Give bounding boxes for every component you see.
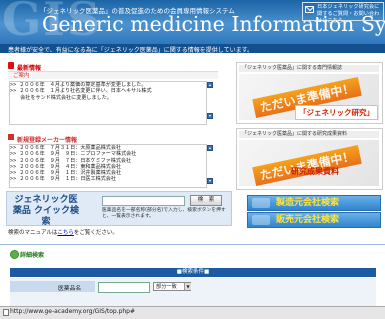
banner-image: ただいま準備中！ 研究成果資料 [239, 140, 379, 186]
list-item: >> ２００６年 ９月 １日：日医工株式会社 [10, 176, 116, 183]
banner-image: ただいま準備中！ 「ジェネリック研究」 [239, 74, 379, 120]
manual-line: 検索のマニュアルはこちらをご覧ください。 [8, 228, 118, 236]
quick-search-title: ジェネリック医薬品 クイック検索 [12, 195, 80, 227]
factory-icon [252, 198, 270, 208]
exclamation-icon [8, 62, 14, 69]
banner-subtitle: 「ジェネリック研究」 [295, 105, 378, 120]
banner-subtitle: 研究成果資料 [291, 167, 339, 176]
status-url: http://www.ge-academy.org/GIS/top.php# [10, 308, 136, 315]
magnifier-icon [10, 250, 19, 259]
scroll-up-button[interactable] [207, 82, 213, 88]
banner-heading: 「ジェネリック医薬品」に関する研究成果資料 [239, 131, 379, 138]
mail-icon [305, 6, 314, 13]
new-makers-list[interactable]: >> ２００６年 ７月３１日：大原薬品株式会社 >> ２００６年 ９月 ９日：ニ… [9, 144, 207, 188]
detail-search-title: 詳細検索 [20, 252, 45, 259]
seller-search-button[interactable]: 販売元会社検索 [247, 212, 381, 228]
building-icon [252, 215, 270, 225]
new-makers-title: 新規登録メーカー情報 [17, 136, 78, 144]
quick-search-input[interactable] [102, 196, 185, 206]
drug-name-input[interactable] [98, 282, 150, 293]
scroll-up-button[interactable] [207, 145, 213, 151]
scroll-down-button[interactable] [207, 113, 213, 119]
contact-text: 日本ジェネリック研究会に関するご質問・お問い合わせはこちら [317, 4, 380, 24]
notice-list[interactable]: >> ２００６年 ４月より薬価の算定基準が変更しました。 >> ２００６年 １月… [9, 81, 207, 125]
page-icon [3, 309, 9, 316]
chevron-down-icon[interactable]: ▼ [184, 283, 191, 290]
scroll-down-button[interactable] [207, 178, 213, 184]
tagline: 患者様が安全で、有益になる為に「ジェネリック医薬品」に関する情報を提供しています… [8, 46, 253, 54]
condition-header: ■検索条件■ [10, 268, 376, 277]
guide-label: ご案内 [13, 73, 30, 79]
research-banner[interactable]: 「ジェネリック医薬品」に関する研究成果資料 ただいま準備中！ 研究成果資料 [236, 128, 383, 190]
manual-suffix: をご覧ください。 [73, 230, 118, 236]
quick-search-note: 医薬品名を一部名称(部分名)で入力し、検索ボタンを押すと、一覧表示されます。 [102, 208, 226, 219]
maker-search-label: 製造元会社検索 [276, 198, 340, 208]
seller-search-label: 販売元会社検索 [276, 215, 340, 225]
drug-name-label: 医薬品名 [58, 286, 82, 292]
search-button[interactable]: 検 索 [190, 195, 222, 206]
divider [0, 244, 385, 245]
label-cell [10, 281, 95, 292]
list-item: 会社をサンド株式会社に変更しました。 [10, 94, 112, 101]
journal-banner[interactable]: 「ジェネリック医薬品」に関する専門情報誌 ただいま準備中！ 「ジェネリック研究」 [236, 62, 383, 124]
maker-search-button[interactable]: 製造元会社検索 [247, 195, 381, 211]
banner-heading: 「ジェネリック医薬品」に関する専門情報誌 [239, 65, 379, 72]
manual-prefix: 検索のマニュアルは [8, 230, 58, 236]
guide-bar [8, 71, 218, 79]
manual-link[interactable]: こちら [57, 230, 74, 236]
site-header: GIS 「ジェネリック医薬品」の普及促進のための会員専用情報システム Gener… [0, 0, 385, 44]
factory-icon [8, 134, 14, 140]
contact-link[interactable]: 日本ジェネリック研究会に関するご質問・お問い合わせはこちら [302, 2, 384, 24]
